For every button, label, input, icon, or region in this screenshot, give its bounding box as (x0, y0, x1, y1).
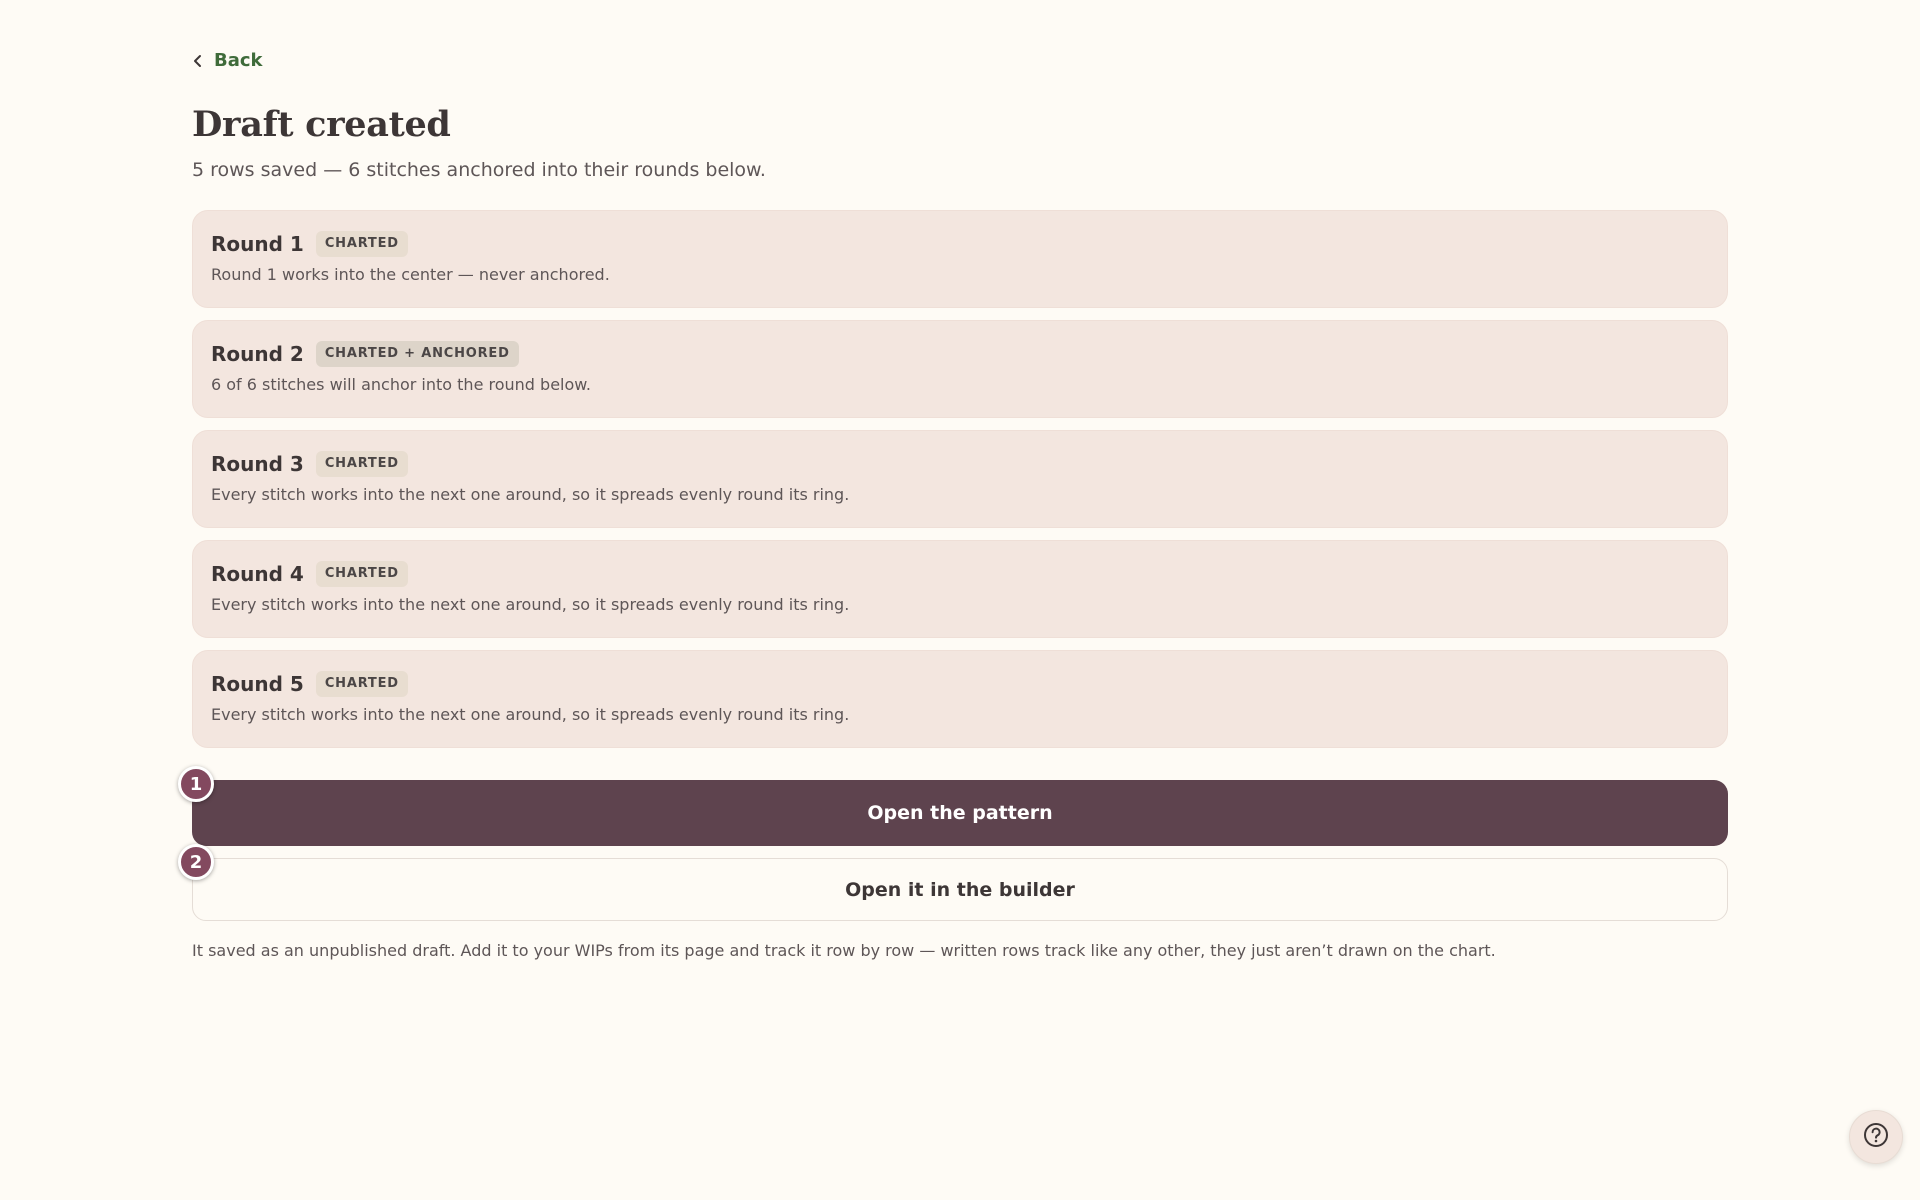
round-card-2: Round 2 CHARTED + ANCHORED 6 of 6 stitch… (192, 320, 1728, 418)
round-name: Round 1 (211, 232, 304, 256)
round-header: Round 3 CHARTED (211, 449, 1709, 479)
round-description: Every stitch works into the next one aro… (211, 595, 850, 614)
back-link[interactable]: Back (192, 50, 263, 71)
chevron-left-icon (192, 54, 204, 68)
draft-footnote: It saved as an unpublished draft. Add it… (192, 941, 1496, 960)
round-name: Round 4 (211, 562, 304, 586)
round-header: Round 4 CHARTED (211, 559, 1709, 589)
round-card-3: Round 3 CHARTED Every stitch works into … (192, 430, 1728, 528)
page-title: Draft created (192, 104, 451, 145)
rounds-list: Round 1 CHARTED Round 1 works into the c… (192, 210, 1728, 760)
round-status-badge: CHARTED (315, 231, 408, 257)
round-name: Round 3 (211, 452, 304, 476)
round-card-1: Round 1 CHARTED Round 1 works into the c… (192, 210, 1728, 308)
round-header: Round 2 CHARTED + ANCHORED (211, 339, 1709, 369)
open-in-builder-button[interactable]: Open it in the builder (192, 858, 1728, 921)
back-label: Back (214, 50, 263, 71)
round-card-4: Round 4 CHARTED Every stitch works into … (192, 540, 1728, 638)
round-card-5: Round 5 CHARTED Every stitch works into … (192, 650, 1728, 748)
round-header: Round 1 CHARTED (211, 229, 1709, 259)
step-marker-1: 1 (178, 766, 214, 802)
round-description: Every stitch works into the next one aro… (211, 705, 850, 724)
round-name: Round 2 (211, 342, 304, 366)
help-circle-icon (1862, 1121, 1890, 1153)
round-description: Every stitch works into the next one aro… (211, 485, 850, 504)
round-name: Round 5 (211, 672, 304, 696)
page-subtitle: 5 rows saved — 6 stitches anchored into … (192, 159, 766, 181)
round-status-badge: CHARTED (315, 451, 408, 477)
round-status-badge: CHARTED + ANCHORED (315, 341, 519, 367)
round-description: 6 of 6 stitches will anchor into the rou… (211, 375, 591, 394)
round-status-badge: CHARTED (315, 561, 408, 587)
step-marker-2: 2 (178, 844, 214, 880)
open-pattern-button[interactable]: Open the pattern (192, 780, 1728, 846)
round-description: Round 1 works into the center — never an… (211, 265, 610, 284)
help-button[interactable] (1849, 1110, 1903, 1164)
round-header: Round 5 CHARTED (211, 669, 1709, 699)
draft-created-page: Back Draft created 5 rows saved — 6 stit… (0, 0, 1920, 1200)
round-status-badge: CHARTED (315, 671, 408, 697)
